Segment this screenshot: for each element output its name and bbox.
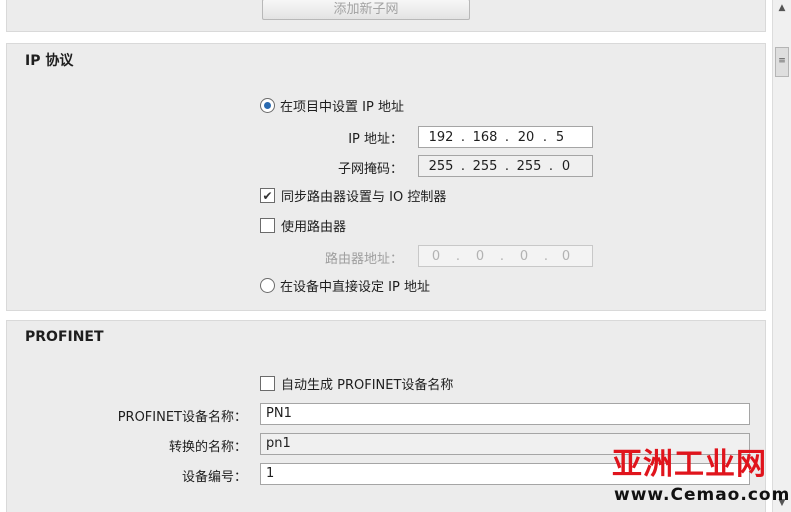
radio-set-in-project-label: 在项目中设置 IP 地址 [280,100,404,115]
auto-generate-checkbox[interactable]: 自动生成 PROFINET设备名称 [260,374,453,393]
ip-octet: 192 [428,129,454,145]
auto-generate-label: 自动生成 PROFINET设备名称 [281,378,454,393]
watermark-text-large: 亚洲工业网 [612,447,767,482]
add-subnet-button[interactable]: 添加新子网 [262,0,470,20]
router-address-label: 路由器地址： [324,252,403,267]
profinet-title: PROFINET [25,329,104,345]
use-router-checkbox[interactable]: 使用路由器 [260,216,346,235]
device-number-label: 设备编号： [181,470,247,485]
router-octet: 0 [519,248,529,264]
radio-set-on-device-label: 在设备中直接设定 IP 地址 [280,280,430,295]
sync-router-checkbox[interactable]: ✔ 同步路由器设置与 IO 控制器 [260,186,446,205]
subnet-mask-field[interactable]: 255. 255. 255. 0 [418,155,593,177]
use-router-label: 使用路由器 [281,220,347,235]
ip-octet: 168 [472,129,498,145]
radio-unselected-icon[interactable] [260,278,275,293]
watermark-logo: 亚洲工业网 www.Cemao.com [612,447,789,510]
ip-address-field[interactable]: 192. 168. 20. 5 [418,126,593,148]
router-address-field[interactable]: 0. 0. 0. 0 [418,245,593,267]
ip-protocol-section: IP 协议 在项目中设置 IP 地址 IP 地址： 192. 168. 20. … [6,43,766,311]
checkbox-unchecked-icon[interactable] [260,218,275,233]
converted-name-label: 转换的名称： [168,440,247,455]
radio-set-in-project[interactable]: 在项目中设置 IP 地址 [260,96,404,115]
subnet-section: 添加新子网 [6,0,766,32]
router-octet: 0 [561,248,571,264]
checkbox-checked-icon[interactable]: ✔ [260,188,275,203]
vertical-scrollbar[interactable]: ▲ ≡ ▼ [772,0,791,512]
properties-content: 添加新子网 IP 协议 在项目中设置 IP 地址 IP 地址： 192. 168… [0,0,772,512]
subnet-mask-label: 子网掩码： [337,162,403,177]
router-octet: 0 [475,248,485,264]
radio-selected-icon[interactable] [260,98,275,113]
device-name-input[interactable]: PN1 [260,403,750,425]
ip-protocol-title: IP 协议 [25,53,74,69]
mask-octet: 255 [472,158,498,174]
scroll-up-arrow-icon[interactable]: ▲ [773,0,791,17]
mask-octet: 0 [561,158,571,174]
mask-octet: 255 [428,158,454,174]
ip-octet: 5 [555,129,565,145]
checkbox-unchecked-icon[interactable] [260,376,275,391]
radio-set-on-device[interactable]: 在设备中直接设定 IP 地址 [260,276,430,295]
ip-address-label: IP 地址： [348,132,403,147]
scrollbar-thumb[interactable]: ≡ [775,47,789,77]
sync-router-label: 同步路由器设置与 IO 控制器 [281,190,447,205]
mask-octet: 255 [516,158,542,174]
ip-octet: 20 [517,129,535,145]
device-name-label: PROFINET设备名称： [117,410,247,425]
router-octet: 0 [431,248,441,264]
watermark-text-small: www.Cemao.com [614,485,791,505]
